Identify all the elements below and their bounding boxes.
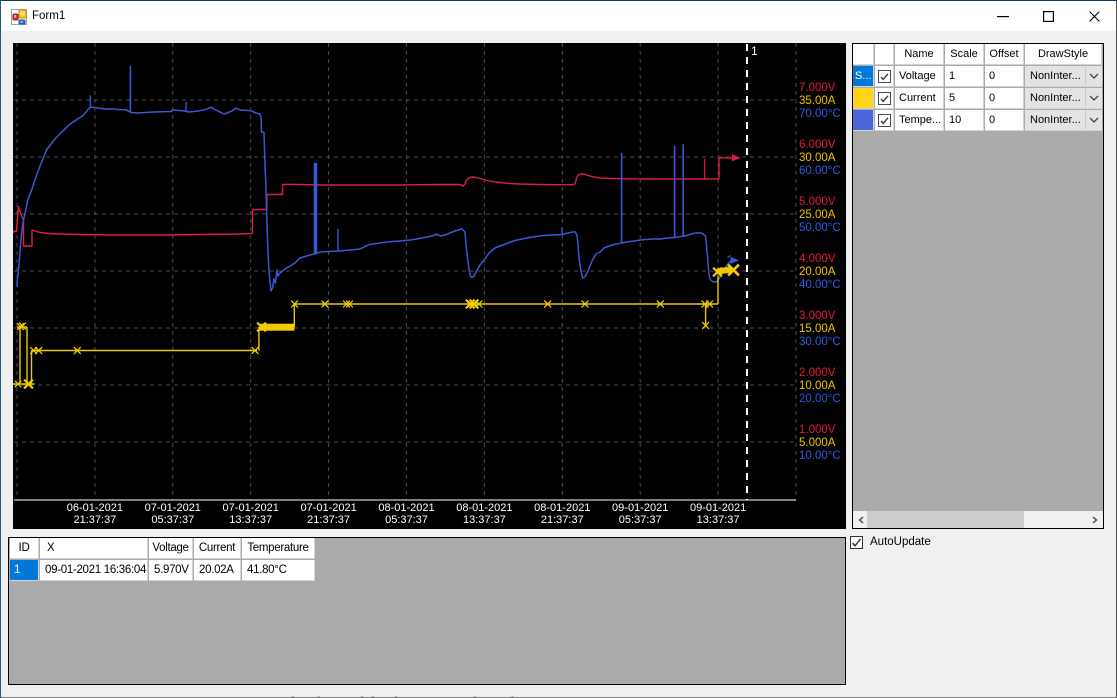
svg-text:05:37:37: 05:37:37 bbox=[619, 514, 662, 526]
svg-text:2.000V: 2.000V bbox=[799, 367, 836, 379]
svg-text:05:37:37: 05:37:37 bbox=[151, 514, 194, 526]
svg-text:13:37:37: 13:37:37 bbox=[463, 514, 506, 526]
svg-text:09-01-2021: 09-01-2021 bbox=[612, 502, 668, 514]
svg-text:70.00°C: 70.00°C bbox=[799, 108, 841, 120]
svg-text:5.000A: 5.000A bbox=[799, 437, 836, 449]
svg-text:10.00A: 10.00A bbox=[799, 380, 836, 392]
svg-text:40.00°C: 40.00°C bbox=[799, 279, 841, 291]
svg-text:3.000V: 3.000V bbox=[799, 310, 836, 322]
svg-text:06-01-2021: 06-01-2021 bbox=[67, 502, 123, 514]
svg-text:60.00°C: 60.00°C bbox=[799, 165, 841, 177]
svg-text:07-01-2021: 07-01-2021 bbox=[300, 502, 356, 514]
svg-text:08-01-2021: 08-01-2021 bbox=[456, 502, 512, 514]
svg-text:21:37:37: 21:37:37 bbox=[73, 514, 116, 526]
svg-text:1.000V: 1.000V bbox=[799, 424, 836, 436]
svg-text:50.00°C: 50.00°C bbox=[799, 222, 841, 234]
svg-text:5.000V: 5.000V bbox=[799, 196, 836, 208]
svg-text:30.00°C: 30.00°C bbox=[799, 336, 841, 348]
svg-text:08-01-2021: 08-01-2021 bbox=[378, 502, 434, 514]
svg-text:20.00A: 20.00A bbox=[799, 266, 836, 278]
svg-text:13:37:37: 13:37:37 bbox=[229, 514, 272, 526]
svg-text:09-01-2021: 09-01-2021 bbox=[690, 502, 746, 514]
svg-text:30.00A: 30.00A bbox=[799, 152, 836, 164]
svg-text:13:37:37: 13:37:37 bbox=[697, 514, 740, 526]
svg-text:21:37:37: 21:37:37 bbox=[307, 514, 350, 526]
svg-text:07-01-2021: 07-01-2021 bbox=[145, 502, 201, 514]
svg-text:7.000V: 7.000V bbox=[799, 82, 836, 94]
svg-text:08-01-2021: 08-01-2021 bbox=[534, 502, 590, 514]
svg-text:21:37:37: 21:37:37 bbox=[541, 514, 584, 526]
svg-text:10.00°C: 10.00°C bbox=[799, 450, 841, 462]
svg-text:4.000V: 4.000V bbox=[799, 253, 836, 265]
svg-text:25.00A: 25.00A bbox=[799, 209, 836, 221]
svg-text:6.000V: 6.000V bbox=[799, 139, 836, 151]
svg-text:35.00A: 35.00A bbox=[799, 95, 836, 107]
svg-text:20.00°C: 20.00°C bbox=[799, 393, 841, 405]
svg-text:07-01-2021: 07-01-2021 bbox=[223, 502, 279, 514]
svg-text:1: 1 bbox=[751, 44, 758, 58]
svg-text:05:37:37: 05:37:37 bbox=[385, 514, 428, 526]
svg-text:15.00A: 15.00A bbox=[799, 323, 836, 335]
